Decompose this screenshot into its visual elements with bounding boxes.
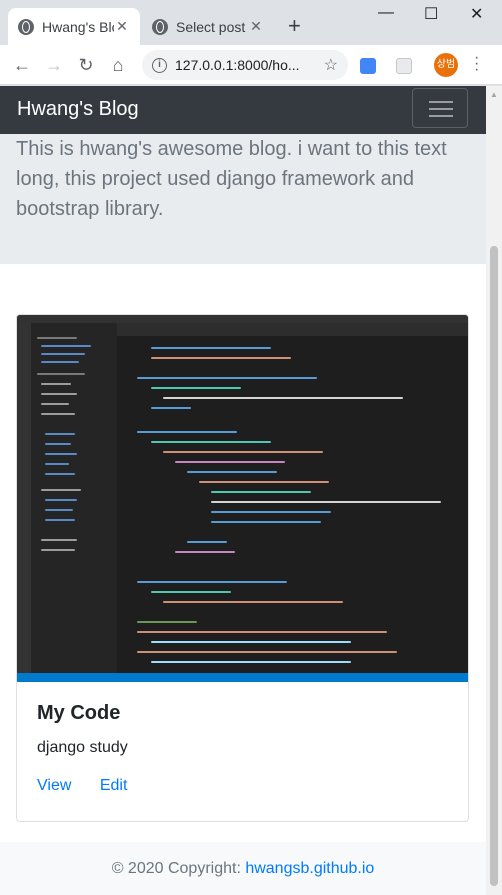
browser-tab-inactive[interactable]: Select post t ✕ [142,8,274,45]
globe-icon [18,18,34,35]
globe-icon [152,18,168,35]
footer-link[interactable]: hwangsb.github.io [245,860,374,877]
web-page: Hwang's Blog This is hwang's awesome blo… [0,86,486,895]
navbar-toggler-button[interactable] [412,88,468,128]
editor-activity-bar [17,323,31,673]
navbar-brand[interactable]: Hwang's Blog [17,98,139,121]
browser-tab-strip: Hwang's Blog ✕ Select post t ✕ + — ☐ ✕ [0,0,502,45]
minimize-icon[interactable]: — [378,4,394,22]
jumbotron: This is hwang's awesome blog. i want to … [0,134,486,264]
new-tab-icon[interactable]: + [288,13,301,39]
close-icon[interactable]: ✕ [114,18,130,35]
post-card: My Code django study View Edit [16,314,469,822]
footer-copyright: © 2020 Copyright: [111,860,246,877]
site-navbar: Hwang's Blog [0,86,486,134]
editor-menubar [17,315,468,323]
edit-link[interactable]: Edit [100,777,128,794]
tab-title: Hwang's Blog [42,18,114,35]
translate-extension-icon[interactable] [360,58,376,74]
browser-toolbar: ← → ↻ ⌂ i 127.0.0.1:8000/ho... ☆ 상범 · · · [0,45,502,85]
menu-icon[interactable]: · · · [474,50,479,78]
forward-icon[interactable]: → [40,51,68,79]
browser-tab-active[interactable]: Hwang's Blog ✕ [8,8,140,45]
hamburger-icon [429,101,453,103]
back-icon[interactable]: ← [8,51,36,79]
maximize-icon[interactable]: ☐ [424,4,438,24]
address-bar[interactable]: i 127.0.0.1:8000/ho... ☆ [142,50,348,80]
extension-icon[interactable] [396,58,412,74]
bookmark-star-icon[interactable]: ☆ [324,55,338,75]
card-title: My Code [37,702,121,724]
jumbotron-lead: This is hwang's awesome blog. i want to … [16,138,447,220]
editor-code-area [117,323,468,673]
album-section: My Code django study View Edit [0,264,486,842]
page-scrollbar[interactable]: ▲ [486,86,502,895]
reload-icon[interactable]: ↻ [72,51,100,79]
home-icon[interactable]: ⌂ [104,51,132,79]
profile-avatar[interactable]: 상범 [434,53,458,77]
tab-title: Select post t [176,18,248,35]
card-body: My Code django study View Edit [17,682,468,821]
view-link[interactable]: View [37,777,71,794]
editor-sidebar [31,323,117,673]
info-icon[interactable]: i [152,57,167,73]
editor-status-bar [17,673,468,682]
scroll-up-icon[interactable]: ▲ [490,90,498,99]
card-text: django study [37,739,128,756]
site-footer: © 2020 Copyright: hwangsb.github.io [0,842,486,895]
card-image-screenshot [17,315,468,682]
address-url: 127.0.0.1:8000/ho... [175,57,300,73]
window-close-icon[interactable]: ✕ [470,4,483,24]
scrollbar-thumb[interactable] [490,246,498,886]
close-icon[interactable]: ✕ [248,18,264,35]
